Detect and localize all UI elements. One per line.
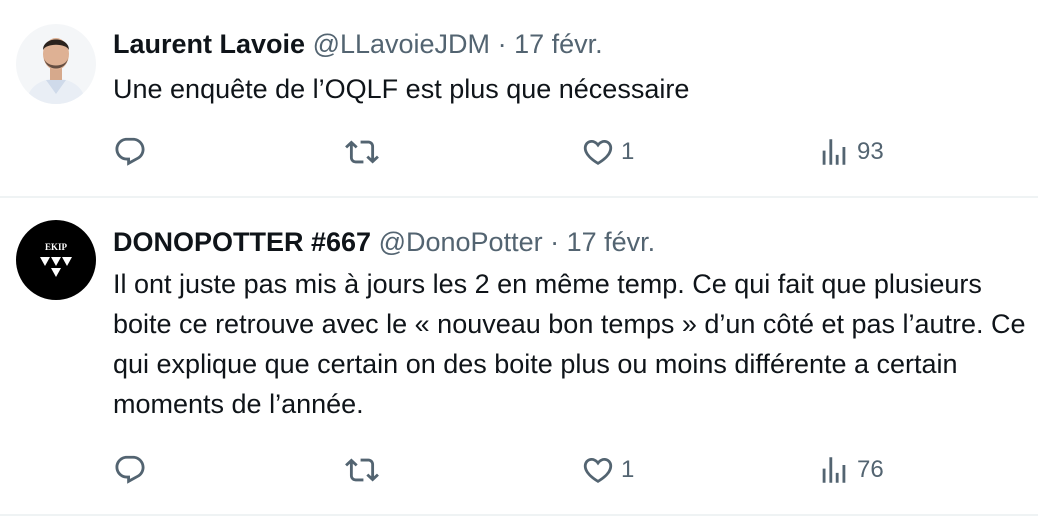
display-name[interactable]: Laurent Lavoie	[113, 29, 305, 59]
tweet[interactable]: Laurent Lavoie @LLavoieJDM · 17 févr. Un…	[0, 0, 1038, 197]
views-button[interactable]: 76	[817, 452, 884, 488]
retweet-button[interactable]	[345, 452, 385, 488]
avatar-logo-text: EKIP	[45, 242, 68, 252]
separator: ·	[497, 29, 507, 59]
separator: ·	[550, 227, 560, 257]
ekip-logo-avatar-icon: EKIP	[16, 220, 96, 300]
reply-button[interactable]	[113, 452, 153, 488]
view-count: 93	[857, 138, 884, 165]
reply-icon	[115, 137, 145, 166]
retweet-icon	[345, 140, 379, 164]
tweet-text-line: Une enquête de l’OQLF est plus que néces…	[113, 74, 690, 104]
like-button[interactable]: 1	[581, 452, 634, 488]
tweet-actions: 1 93	[113, 134, 1013, 170]
views-chart-icon	[822, 139, 846, 165]
tweet-text: Une enquête de l’OQLF est plus que néces…	[113, 69, 689, 109]
tweet-text-line: Il ont juste pas mis à jours les 2 en mê…	[113, 269, 982, 299]
tweet-date[interactable]: 17 févr.	[567, 227, 656, 257]
tweet-text-line: moments de l’année.	[113, 389, 364, 419]
display-name[interactable]: DONOPOTTER #667	[113, 227, 371, 257]
heart-icon	[583, 139, 613, 165]
like-count: 1	[621, 138, 635, 165]
handle[interactable]: @LLavoieJDM	[313, 29, 490, 59]
heart-icon	[583, 457, 613, 483]
retweet-button[interactable]	[345, 134, 385, 170]
tweet-header: DONOPOTTER #667 @DonoPotter · 17 févr.	[113, 225, 655, 259]
like-count: 1	[621, 456, 635, 483]
person-photo-avatar-icon	[16, 24, 96, 104]
tweet-text-line: boite ce retrouve avec le « nouveau bon …	[113, 309, 1026, 339]
tweet[interactable]: EKIP DONOPOTTER #667 @DonoPotter · 17 fé…	[0, 198, 1038, 516]
retweet-icon	[345, 458, 379, 482]
avatar[interactable]	[16, 24, 96, 104]
avatar[interactable]: EKIP	[16, 220, 96, 300]
view-count: 76	[857, 456, 884, 483]
tweet-actions: 1 76	[113, 452, 1013, 488]
reply-icon	[115, 455, 145, 484]
views-chart-icon	[822, 457, 846, 483]
tweet-date[interactable]: 17 févr.	[514, 29, 603, 59]
reply-button[interactable]	[113, 134, 153, 170]
tweet-text-line: qui explique que certain on des boite pl…	[113, 349, 958, 379]
views-button[interactable]: 93	[817, 134, 884, 170]
handle[interactable]: @DonoPotter	[379, 227, 543, 257]
tweet-text: Il ont juste pas mis à jours les 2 en mê…	[113, 264, 1026, 424]
like-button[interactable]: 1	[581, 134, 634, 170]
tweet-header: Laurent Lavoie @LLavoieJDM · 17 févr.	[113, 27, 603, 61]
divider	[0, 514, 1038, 516]
